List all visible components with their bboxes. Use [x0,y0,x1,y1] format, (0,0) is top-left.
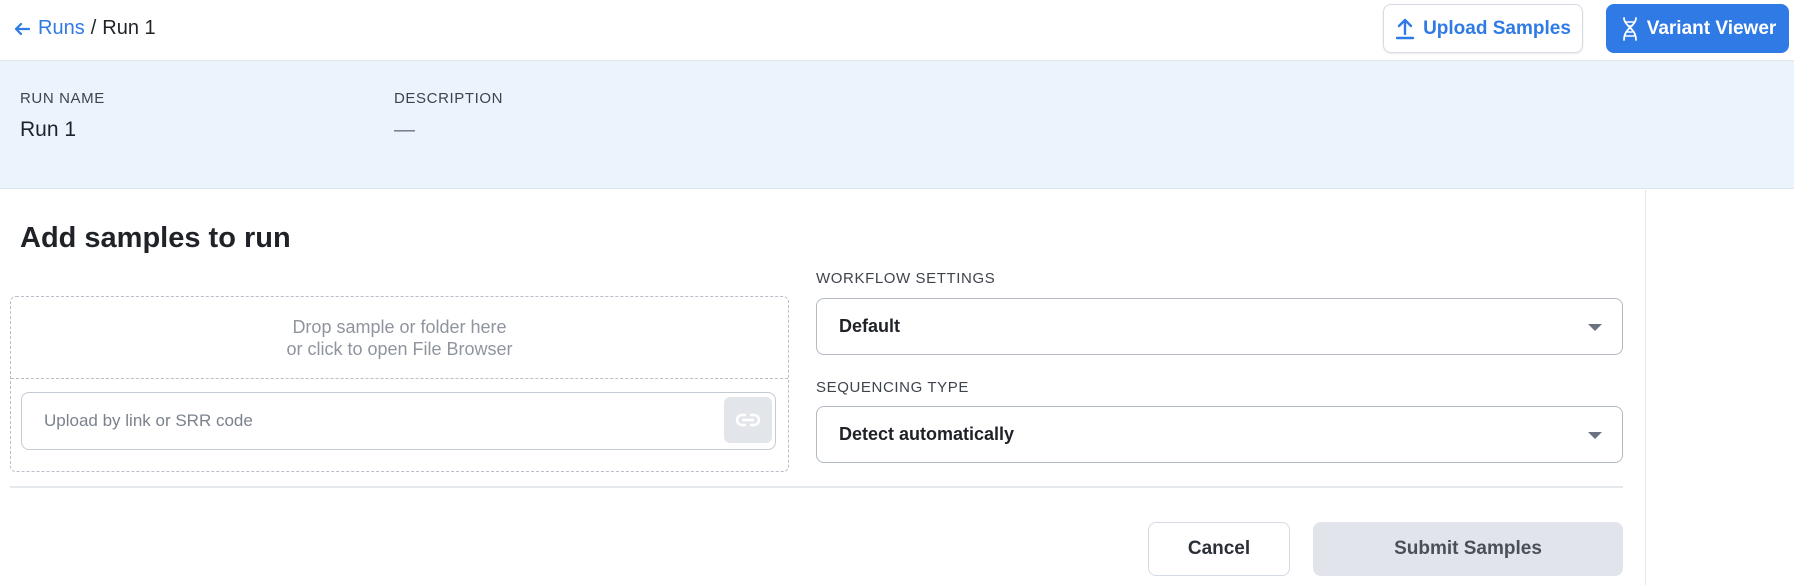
breadcrumb: Runs / Run 1 [14,17,156,40]
run-info-band: RUN NAME Run 1 DESCRIPTION — [0,61,1794,189]
add-samples-panel: Add samples to run Drop sample or folder… [0,190,1646,585]
breadcrumb-separator: / [90,17,97,39]
link-input-wrapper [21,392,776,450]
link-icon [735,413,761,427]
sample-dropzone[interactable]: Drop sample or folder here or click to o… [10,296,789,472]
dropzone-area[interactable]: Drop sample or folder here or click to o… [11,297,788,379]
run-name-label: RUN NAME [20,90,105,107]
breadcrumb-current: Run 1 [102,17,156,39]
dna-icon [1622,16,1637,41]
breadcrumb-runs-link[interactable]: Runs [14,17,85,40]
sequencing-type-select[interactable]: Detect automatically [816,406,1623,463]
submit-samples-button[interactable]: Submit Samples [1313,522,1623,576]
divider [10,486,1623,488]
workflow-selected-value: Default [839,316,901,336]
sequencing-type-label: SEQUENCING TYPE [816,379,969,396]
panel-title: Add samples to run [20,222,291,254]
workflow-settings-select[interactable]: Default [816,298,1623,355]
description-label: DESCRIPTION [394,90,504,107]
run-name-value: Run 1 [20,118,77,141]
sequencing-selected-value: Detect automatically [839,424,1015,444]
top-bar: Runs / Run 1 Upload Samples Variant View… [0,0,1794,61]
caret-down-icon [1588,324,1602,331]
upload-samples-button[interactable]: Upload Samples [1383,4,1583,53]
arrow-left-icon [14,22,30,35]
breadcrumb-runs-label: Runs [38,17,85,39]
upload-samples-label: Upload Samples [1423,17,1571,39]
variant-viewer-label: Variant Viewer [1646,17,1777,39]
workflow-settings-label: WORKFLOW SETTINGS [816,270,996,287]
cancel-button[interactable]: Cancel [1148,522,1290,576]
caret-down-icon [1588,432,1602,439]
description-value: — [394,118,415,141]
link-input[interactable] [22,393,712,448]
variant-viewer-button[interactable]: Variant Viewer [1606,4,1789,53]
link-submit-button[interactable] [724,397,772,443]
upload-icon [1395,18,1415,39]
dropzone-text: Drop sample or folder here or click to o… [286,316,513,359]
